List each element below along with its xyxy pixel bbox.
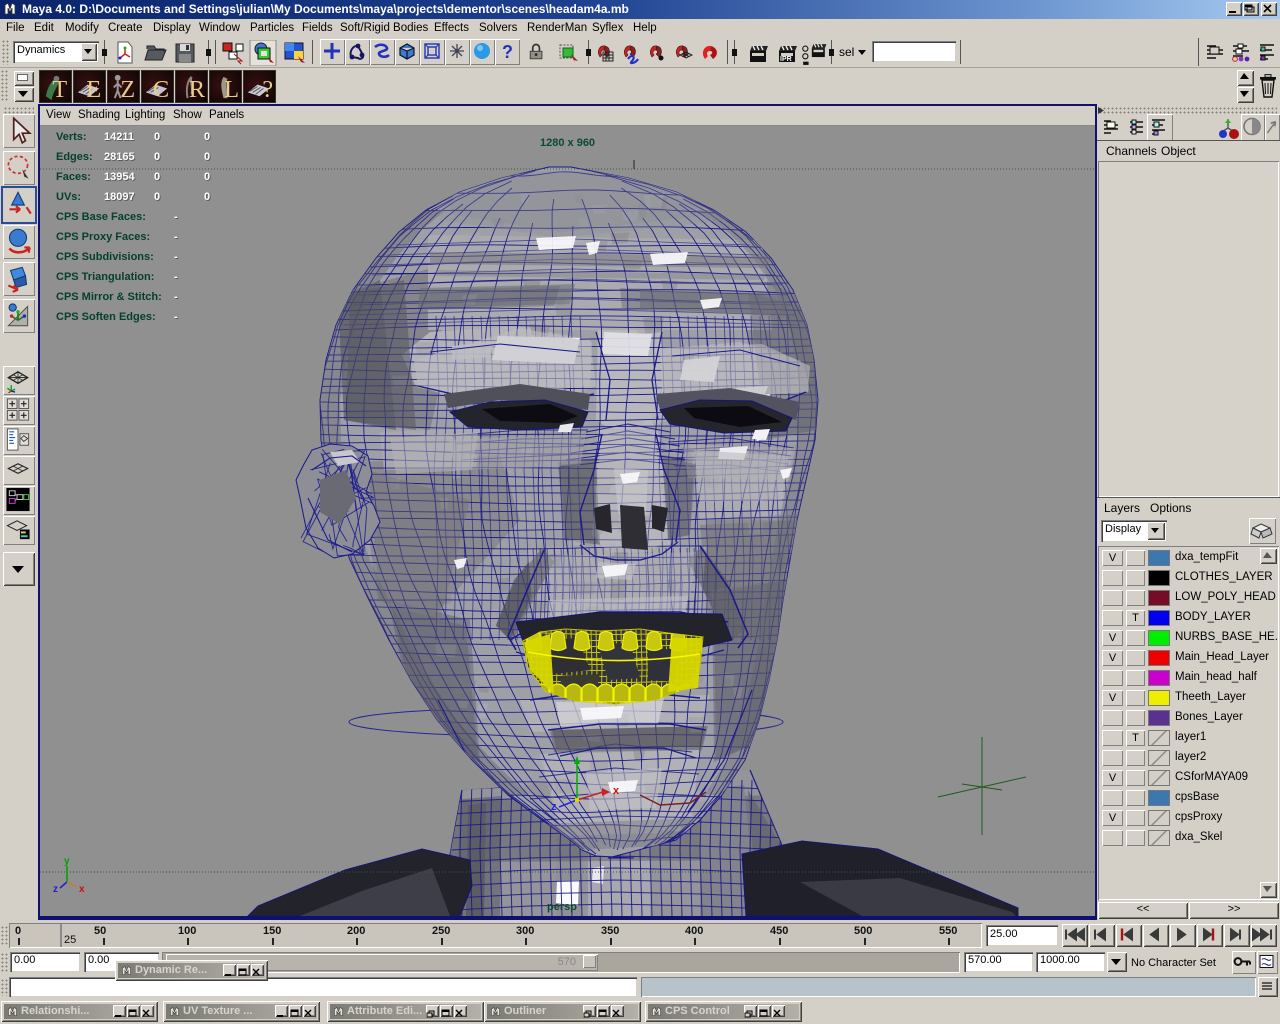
svg-text:C: C: [153, 76, 169, 102]
svg-text:E: E: [86, 76, 101, 102]
svg-text:Z: Z: [120, 76, 135, 102]
svg-text:persp: persp: [547, 901, 577, 913]
svg-text:z: z: [551, 801, 557, 813]
svg-text:IPR: IPR: [780, 56, 792, 63]
svg-text:L: L: [224, 76, 239, 102]
svg-text:z: z: [53, 884, 58, 895]
svg-text:?: ?: [262, 76, 273, 102]
svg-text:R: R: [189, 76, 206, 102]
svg-text:y: y: [64, 856, 70, 867]
svg-text:T: T: [52, 76, 67, 102]
svg-text:?: ?: [502, 42, 513, 62]
svg-text:x: x: [613, 785, 620, 797]
svg-text:x: x: [79, 884, 85, 895]
svg-text:1280 x 960: 1280 x 960: [540, 137, 595, 149]
